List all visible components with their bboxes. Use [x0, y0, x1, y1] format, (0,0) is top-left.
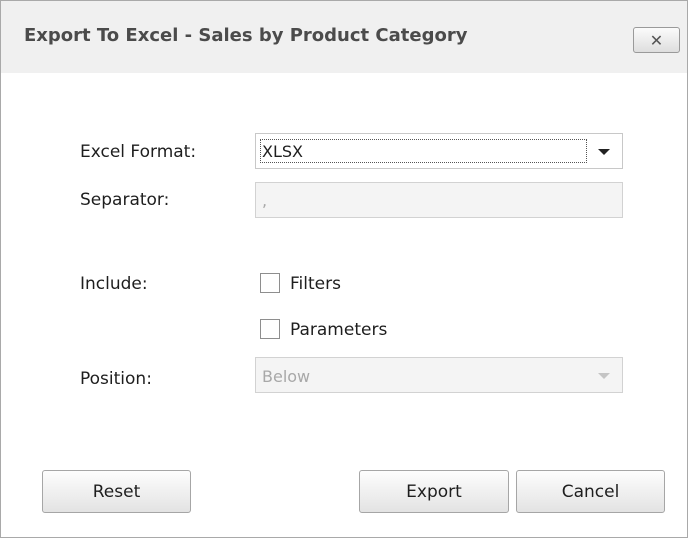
- title-bar: Export To Excel - Sales by Product Categ…: [1, 1, 687, 73]
- excel-format-label: Excel Format:: [80, 142, 197, 162]
- filters-label[interactable]: Filters: [290, 274, 341, 294]
- export-dialog: Export To Excel - Sales by Product Categ…: [0, 0, 688, 538]
- position-label: Position:: [80, 369, 152, 389]
- separator-value: ,: [262, 191, 268, 210]
- focus-indicator: [260, 139, 587, 163]
- separator-field: ,: [255, 182, 623, 218]
- position-value: Below: [262, 367, 311, 386]
- excel-format-dropdown[interactable]: XLSX: [255, 133, 623, 169]
- close-icon: ✕: [649, 30, 664, 50]
- include-label: Include:: [80, 274, 148, 294]
- parameters-checkbox[interactable]: [260, 319, 280, 339]
- position-dropdown: Below: [255, 357, 623, 393]
- parameters-label[interactable]: Parameters: [290, 320, 387, 340]
- separator-label: Separator:: [80, 190, 170, 210]
- filters-checkbox[interactable]: [260, 273, 280, 293]
- excel-format-value: XLSX: [262, 142, 303, 161]
- reset-button[interactable]: Reset: [42, 470, 191, 513]
- chevron-down-icon: [598, 373, 610, 379]
- close-button[interactable]: ✕: [633, 27, 680, 53]
- cancel-button[interactable]: Cancel: [516, 470, 665, 513]
- export-button[interactable]: Export: [359, 470, 509, 513]
- chevron-down-icon[interactable]: [598, 149, 610, 155]
- dialog-title: Export To Excel - Sales by Product Categ…: [24, 25, 468, 46]
